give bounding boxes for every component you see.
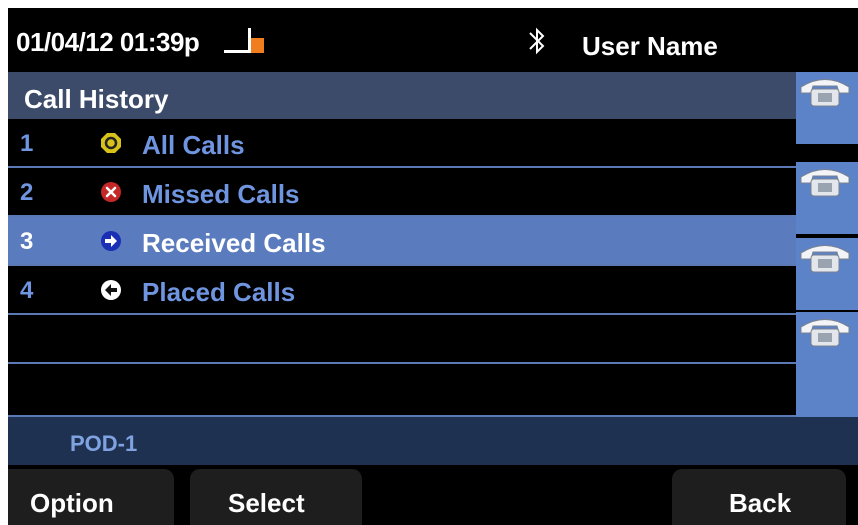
all-calls-icon xyxy=(101,133,121,153)
bluetooth-icon xyxy=(529,27,545,55)
line-key-4[interactable] xyxy=(796,312,858,417)
page-title: Call History xyxy=(24,84,169,114)
pod-bar: POD-1 xyxy=(8,417,858,465)
list-title-bar: Call History xyxy=(8,72,796,119)
datetime: 01/04/12 01:39p xyxy=(16,27,200,57)
option-softkey-label: Option xyxy=(30,488,114,518)
list-item-number: 4 xyxy=(20,277,34,304)
list-item-label: Received Calls xyxy=(142,228,326,258)
status-bar: 01/04/12 01:39p User Name xyxy=(8,8,858,72)
list-item-number: 1 xyxy=(20,130,34,157)
option-softkey[interactable]: Option xyxy=(8,469,174,525)
list-item-number: 3 xyxy=(20,228,34,255)
line-key-3[interactable] xyxy=(796,238,858,310)
list-item-placed-calls[interactable]: 4 Placed Calls xyxy=(8,266,796,315)
line-key-panel xyxy=(796,72,858,417)
pod-label: POD-1 xyxy=(70,431,138,456)
phone-icon xyxy=(800,169,850,197)
handset-offhook-icon xyxy=(224,28,264,53)
phone-icon xyxy=(800,79,850,107)
list-item-number: 2 xyxy=(20,179,34,206)
list-item-received-calls[interactable]: 3 Received Calls xyxy=(8,217,796,266)
back-softkey-label: Back xyxy=(729,488,792,518)
phone-icon xyxy=(800,319,850,347)
back-softkey[interactable]: Back xyxy=(672,469,846,525)
user-name: User Name xyxy=(582,31,718,61)
placed-calls-icon xyxy=(101,280,121,300)
list-item-all-calls[interactable]: 1 All Calls xyxy=(8,119,796,168)
softkey-bar: Option Select Back xyxy=(8,465,858,525)
list-item-empty xyxy=(8,364,796,417)
list-item-empty xyxy=(8,315,796,364)
list-item-label: All Calls xyxy=(142,130,245,160)
line-key-1[interactable] xyxy=(796,72,858,144)
select-softkey-label: Select xyxy=(228,488,305,518)
select-softkey[interactable]: Select xyxy=(190,469,362,525)
received-calls-icon xyxy=(101,231,121,251)
list-item-label: Placed Calls xyxy=(142,277,296,307)
phone-icon xyxy=(800,245,850,273)
missed-calls-icon xyxy=(101,182,121,202)
list-item-missed-calls[interactable]: 2 Missed Calls xyxy=(8,168,796,217)
line-key-2[interactable] xyxy=(796,162,858,234)
phone-screen: 01/04/12 01:39p User Name Call History 1… xyxy=(8,8,858,525)
list-item-label: Missed Calls xyxy=(142,179,300,209)
